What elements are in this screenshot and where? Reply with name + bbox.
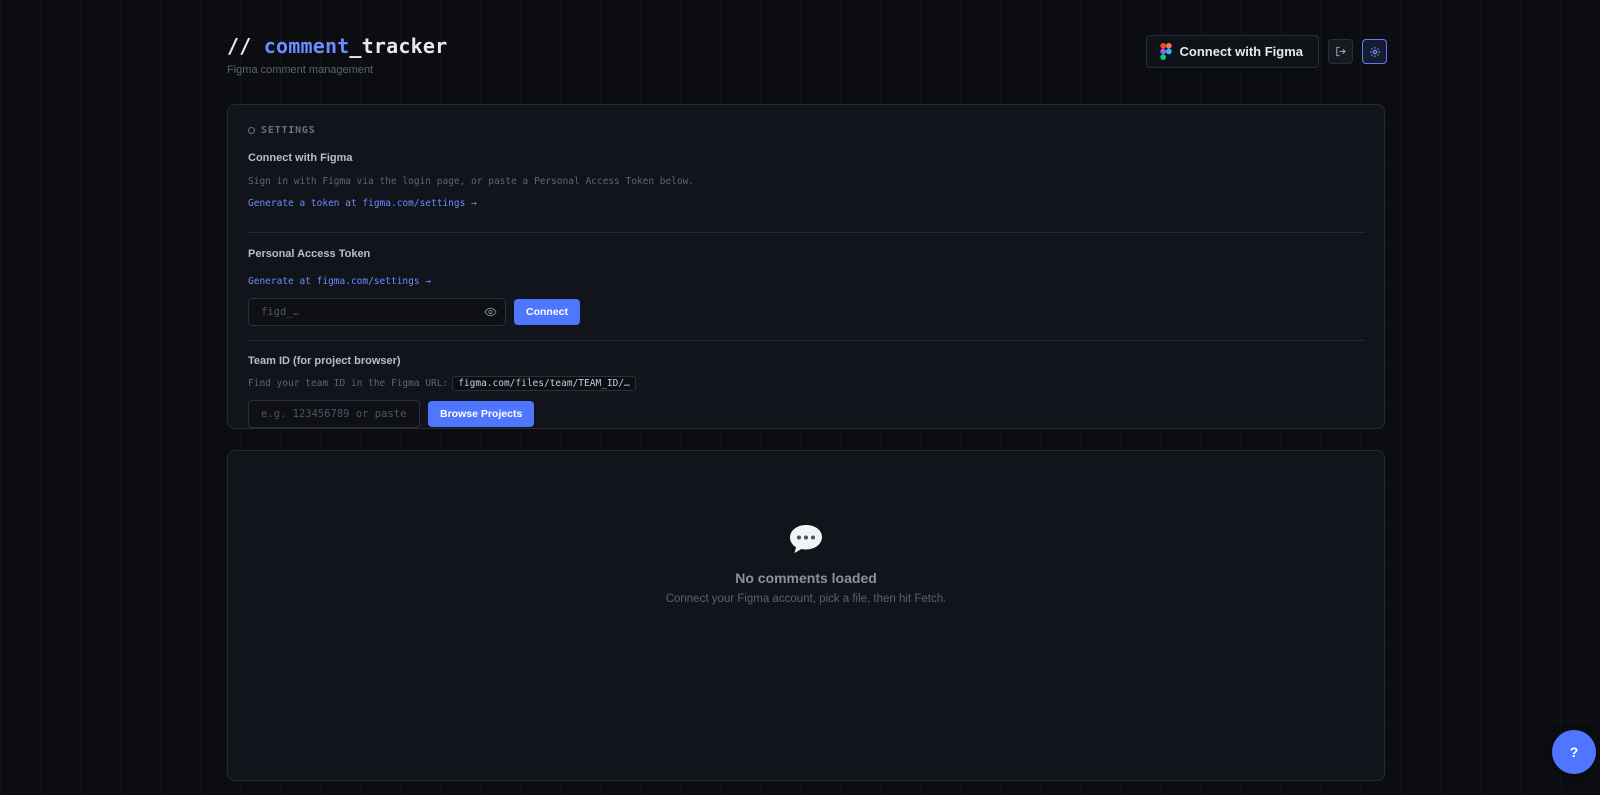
logout-icon <box>1336 46 1346 57</box>
title-prefix: // <box>227 34 264 58</box>
token-input[interactable]: figd_… <box>248 298 506 326</box>
generate-at-figma-link[interactable]: Generate at figma.com/settings → <box>248 276 431 287</box>
connect-figma-description: Sign in with Figma via the login page, o… <box>248 176 695 187</box>
settings-heading: SETTINGS <box>248 125 1364 136</box>
header-actions: Connect with Figma <box>1145 35 1387 68</box>
help-button[interactable]: ? <box>1552 730 1596 774</box>
connect-figma-label: Connect with Figma <box>1179 44 1304 59</box>
divider <box>247 340 1365 341</box>
token-placeholder: figd_… <box>261 306 299 318</box>
gear-icon <box>1369 46 1380 57</box>
title-accent: comment <box>263 34 350 58</box>
team-id-row: e.g. 123456789 or paste Browse Projects <box>248 400 1364 428</box>
token-row: figd_… Connect <box>248 298 1364 326</box>
app-title: // comment_tracker <box>227 34 447 58</box>
eye-icon[interactable] <box>484 307 497 317</box>
team-id-placeholder: e.g. 123456789 or paste <box>261 408 407 420</box>
brand: // comment_tracker Figma comment managem… <box>227 34 447 76</box>
connect-figma-heading: Connect with Figma <box>248 152 353 164</box>
header: // comment_tracker Figma comment managem… <box>227 0 1387 103</box>
figma-logo-icon <box>1159 43 1172 60</box>
browse-projects-button[interactable]: Browse Projects <box>428 401 535 427</box>
connect-button[interactable]: Connect <box>514 299 580 325</box>
connect-figma-button[interactable]: Connect with Figma <box>1145 35 1319 68</box>
token-label: Personal Access Token <box>248 248 371 260</box>
settings-card: SETTINGS Connect with Figma Sign in with… <box>227 104 1385 429</box>
team-id-hint-row: Find your team ID in the Figma URL: figm… <box>248 376 1364 391</box>
settings-button[interactable] <box>1362 39 1387 64</box>
team-id-input[interactable]: e.g. 123456789 or paste <box>248 400 420 428</box>
team-id-hint: Find your team ID in the Figma URL: <box>248 378 449 389</box>
empty-subtitle: Connect your Figma account, pick a file,… <box>665 593 947 605</box>
generate-token-link[interactable]: Generate a token at figma.com/settings → <box>248 198 477 209</box>
page: // comment_tracker Figma comment managem… <box>227 0 1387 781</box>
app-subtitle: Figma comment management <box>227 64 374 76</box>
team-id-label: Team ID (for project browser) <box>248 355 401 367</box>
speech-bubble-icon <box>790 525 822 553</box>
team-url-example: figma.com/files/team/TEAM_ID/… <box>452 376 636 391</box>
title-suffix: _tracker <box>349 34 448 58</box>
divider <box>247 232 1365 233</box>
settings-heading-label: SETTINGS <box>261 125 316 136</box>
logout-button[interactable] <box>1328 39 1353 64</box>
comments-panel: No comments loaded Connect your Figma ac… <box>227 450 1385 781</box>
settings-dot-icon <box>248 127 255 134</box>
empty-title: No comments loaded <box>735 570 877 586</box>
empty-state: No comments loaded Connect your Figma ac… <box>228 523 1384 605</box>
